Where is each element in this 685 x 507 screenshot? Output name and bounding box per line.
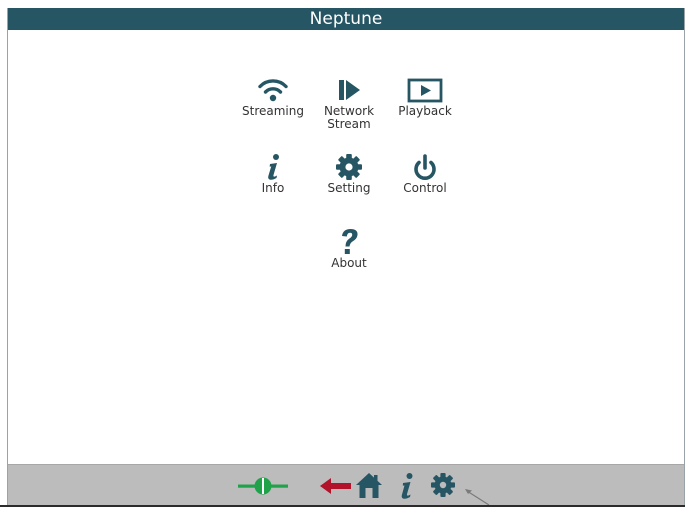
info-icon [268, 154, 279, 180]
menu-item-info[interactable]: Info [235, 153, 311, 195]
gear-icon [336, 154, 362, 180]
title-bar: Neptune [8, 8, 684, 30]
wifi-icon [258, 79, 288, 102]
main-menu: Streaming Network Stream Playback Info S… [8, 30, 684, 464]
menu-item-playback[interactable]: Playback [387, 76, 463, 118]
menu-item-network-stream[interactable]: Network Stream [311, 76, 387, 131]
power-icon [414, 154, 436, 180]
menu-item-label: Network Stream [323, 104, 375, 131]
menu-item-label: Control [403, 181, 447, 195]
app-window: Neptune Streaming Network Stream Playbac… [7, 8, 685, 507]
menu-item-control[interactable]: Control [387, 153, 463, 195]
menu-item-label: Info [261, 181, 285, 195]
app-title: Neptune [309, 9, 383, 29]
mouse-cursor-icon [465, 489, 490, 506]
menu-item-label: About [331, 256, 367, 270]
menu-item-streaming[interactable]: Streaming [235, 76, 311, 118]
back-arrow-icon[interactable] [318, 471, 352, 501]
menu-item-about[interactable]: About [311, 228, 387, 270]
home-icon[interactable] [354, 471, 384, 501]
play-box-icon [407, 78, 443, 103]
menu-item-label: Streaming [242, 104, 304, 118]
connection-plug-icon[interactable] [236, 471, 290, 501]
question-icon [342, 229, 358, 254]
menu-item-label: Playback [398, 104, 452, 118]
bottom-toolbar [8, 464, 684, 507]
menu-item-setting[interactable]: Setting [311, 153, 387, 195]
info-icon[interactable] [394, 471, 418, 501]
menu-item-label: Setting [327, 181, 371, 195]
gear-icon[interactable] [428, 471, 458, 501]
play-bar-icon [339, 80, 360, 100]
